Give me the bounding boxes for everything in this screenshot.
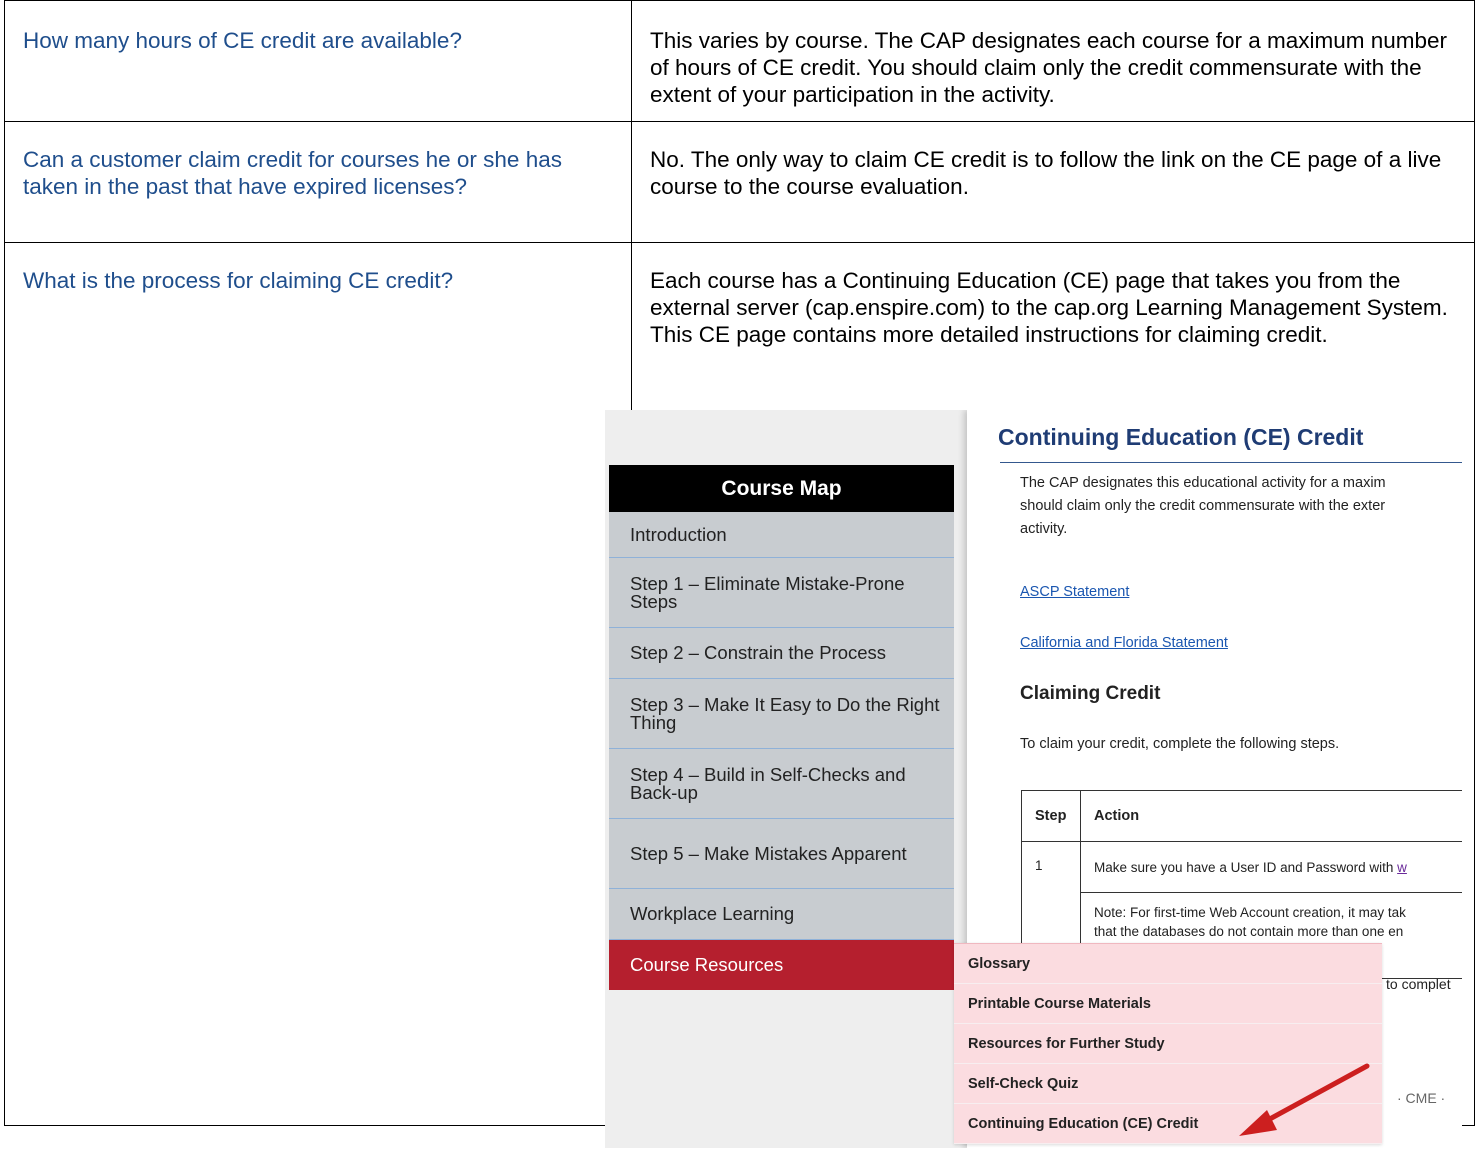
course-map-item-workplace-learning[interactable]: Workplace Learning <box>609 889 954 940</box>
note-line: Note: For first-time Web Account creatio… <box>1094 905 1406 920</box>
menu-item-glossary[interactable]: Glossary <box>954 944 1382 984</box>
ce-page-title: Continuing Education (CE) Credit <box>998 424 1364 450</box>
faq-question: How many hours of CE credit are availabl… <box>4 0 632 122</box>
ce-intro-line: The CAP designates this educational acti… <box>1020 475 1386 491</box>
faq-row: Can a customer claim credit for courses … <box>4 121 1475 243</box>
claiming-credit-heading: Claiming Credit <box>1020 683 1161 704</box>
ce-intro-line: should claim only the credit commensurat… <box>1020 498 1386 514</box>
partial-text: to complet <box>1386 976 1451 992</box>
course-map-title: Course Map <box>609 465 954 512</box>
course-map-item-course-resources[interactable]: Course Resources <box>609 940 954 990</box>
course-map-item-step-3[interactable]: Step 3 – Make It Easy to Do the Right Th… <box>609 679 954 749</box>
course-map-item-step-5[interactable]: Step 5 – Make Mistakes Apparent <box>609 819 954 889</box>
embedded-screenshot: Course Map Introduction Step 1 – Elimina… <box>605 410 1462 1148</box>
table-row: 1 Make sure you have a User ID and Passw… <box>1021 841 1462 979</box>
course-map-item-step-4[interactable]: Step 4 – Build in Self-Checks and Back-u… <box>609 749 954 819</box>
action-column-header: Action <box>1080 790 1462 842</box>
step-column-header: Step <box>1021 790 1081 842</box>
faq-answer: This varies by course. The CAP designate… <box>631 0 1475 122</box>
course-map-item-introduction[interactable]: Introduction <box>609 512 954 558</box>
course-map-item-step-1[interactable]: Step 1 – Eliminate Mistake-Prone Steps <box>609 558 954 628</box>
steps-header-row: Step Action <box>1021 790 1462 842</box>
step-action: Make sure you have a User ID and Passwor… <box>1080 841 1462 893</box>
partial-text: · CME · <box>1397 1090 1446 1106</box>
menu-item-resources-further-study[interactable]: Resources for Further Study <box>954 1024 1382 1064</box>
faq-question: Can a customer claim credit for courses … <box>4 121 632 243</box>
faq-question: What is the process for claiming CE cred… <box>4 242 632 1126</box>
california-florida-statement-link[interactable]: California and Florida Statement <box>1020 635 1228 651</box>
faq-row: How many hours of CE credit are availabl… <box>4 0 1475 122</box>
web-account-link[interactable]: w <box>1397 860 1407 875</box>
ce-intro-text: The CAP designates this educational acti… <box>1020 472 1462 541</box>
ce-intro-line: activity. <box>1020 521 1068 537</box>
red-arrow-icon <box>1239 1063 1370 1136</box>
faq-answer: No. The only way to claim CE credit is t… <box>631 121 1475 243</box>
course-map-item-step-2[interactable]: Step 2 – Constrain the Process <box>609 628 954 679</box>
course-map: Course Map Introduction Step 1 – Elimina… <box>609 465 954 990</box>
ascp-statement-link[interactable]: ASCP Statement <box>1020 584 1129 600</box>
steps-intro-text: To claim your credit, complete the follo… <box>1020 736 1340 752</box>
step-action-text: Make sure you have a User ID and Passwor… <box>1094 859 1398 875</box>
title-divider <box>1000 462 1462 463</box>
menu-item-printable-course-materials[interactable]: Printable Course Materials <box>954 984 1382 1024</box>
note-line: that the databases do not contain more t… <box>1094 924 1404 939</box>
